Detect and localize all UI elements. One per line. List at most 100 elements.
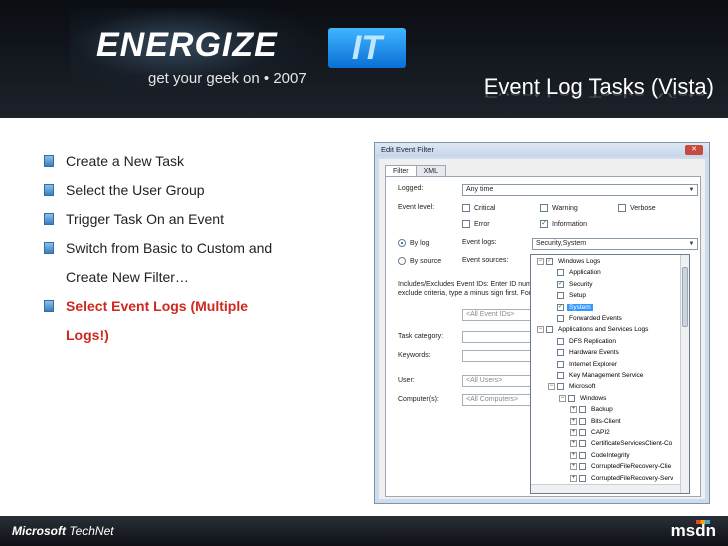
checkbox-icon[interactable] [579,406,586,414]
checkbox-icon [540,204,548,212]
computers-label: Computer(s): [398,396,439,403]
level-information-checkbox[interactable]: ✓ Information [540,220,587,228]
event-logs-tree-dropdown[interactable]: − ✓ Windows Logs Application ✓ Security Setup ✓… [530,254,690,494]
event-ids-input[interactable]: <All Event IDs> [462,309,536,321]
expand-icon[interactable]: + [570,429,577,436]
collapse-icon[interactable]: − [537,258,544,265]
checkbox-icon[interactable] [557,383,564,391]
tree-item[interactable]: Internet Explorer [548,359,619,370]
bullet-item: Switch from Basic to Custom and Create N… [44,234,284,292]
includes-text-1: Includes/Excludes Event IDs: Enter ID nu… [398,281,534,288]
footer-bar: Microsoft TechNet msdn [0,516,728,546]
task-category-select[interactable] [462,331,536,343]
task-category-label: Task category: [398,333,444,340]
keywords-label: Keywords: [398,352,431,359]
keywords-select[interactable] [462,350,536,362]
tree-item[interactable]: + CorruptedFileRecovery-Clie [570,461,673,472]
radio-icon [398,239,406,247]
tree-item[interactable]: Setup [548,290,588,301]
checkbox-icon[interactable] [546,326,553,334]
tree-item-label: Applications and Services Logs [558,326,649,334]
checkbox-icon[interactable] [579,417,586,425]
dialog-title: Edit Event Filter [375,143,709,157]
event-sources-label: Event sources: [462,257,509,264]
expand-icon[interactable]: + [570,406,577,414]
tree-item[interactable]: − Windows [559,393,608,404]
level-error-checkbox[interactable]: Error [462,220,490,228]
tree-item[interactable]: + CodeIntegrity [570,450,632,461]
tree-item[interactable]: − Applications and Services Logs [537,324,650,335]
checkbox-icon[interactable] [557,315,564,322]
tree-item[interactable]: + CAPI2 [570,427,612,438]
tree-item[interactable]: + CertificateServicesClient-Co [570,438,674,449]
tree-item[interactable]: + CorruptedFileRecovery-Serv [570,473,675,484]
bullet-item: Trigger Task On an Event [44,205,284,234]
horizontal-scrollbar[interactable] [531,484,680,493]
checkbox-icon[interactable] [579,463,586,471]
tree-item-label: DFS Replication [569,337,616,345]
tree-item[interactable]: Forwarded Events [548,313,624,324]
tree-item-label: Windows Logs [558,258,601,265]
expand-icon[interactable]: + [570,463,577,471]
checkbox-icon[interactable] [557,349,564,357]
collapse-icon[interactable]: − [548,383,555,391]
level-warning-checkbox[interactable]: Warning [540,204,578,212]
tree-item[interactable]: ✓ System [548,302,593,313]
scrollbar-thumb[interactable] [682,267,688,327]
checkbox-icon[interactable] [557,360,564,368]
tree-item-label: Key Management Service [569,372,644,379]
level-verbose-checkbox[interactable]: Verbose [618,204,656,212]
close-icon[interactable]: ✕ [685,145,703,155]
tree-item[interactable]: − ✓ Windows Logs [537,256,602,267]
vertical-scrollbar[interactable] [680,255,689,493]
expand-icon[interactable]: + [570,417,577,425]
tree-item-label: Setup [569,292,586,300]
event-logs-select[interactable]: Security,System ▼ [532,238,698,250]
bullet-item: Select Event Logs (Multiple Logs!) [44,292,284,350]
expand-icon[interactable]: + [570,451,577,459]
by-source-radio[interactable]: By source [398,257,441,265]
tree-item[interactable]: ✓ Security [548,279,594,290]
collapse-icon[interactable]: − [537,326,544,334]
tree-item[interactable]: − Microsoft [548,381,597,392]
tree-item-label: Hardware Events [569,349,619,357]
check-icon[interactable]: ✓ [557,303,564,311]
checkbox-icon[interactable] [579,474,586,482]
tree-item[interactable]: + Backup [570,404,615,415]
expand-icon[interactable]: + [570,474,577,482]
tree-item[interactable]: DFS Replication [548,336,618,347]
tree-item-label: Microsoft [569,383,596,391]
by-log-label: By log [410,239,430,247]
expand-icon[interactable]: + [570,440,577,448]
tree-item[interactable]: + Bits-Client [570,416,623,427]
bullet-text: Select Event Logs (Multiple Logs!) [66,298,249,343]
tree-item[interactable]: Hardware Events [548,347,621,358]
collapse-icon[interactable]: − [559,394,566,402]
checkbox-icon[interactable] [579,440,586,448]
checkbox-icon[interactable] [579,451,586,459]
checkbox-icon[interactable] [557,269,564,277]
tree-item-label: Security [569,280,593,288]
bullet-text: Create a New Task [66,153,185,169]
user-input[interactable]: <All Users> [462,375,536,387]
checkbox-icon[interactable] [557,292,564,300]
check-icon[interactable]: ✓ [557,280,564,288]
checkbox-icon[interactable] [557,372,564,379]
checkbox-icon[interactable] [557,337,564,345]
tree-item[interactable]: Key Management Service [548,370,645,381]
checkbox-icon[interactable] [568,394,575,402]
energize-it-logo: ENERGIZE IT get your geek on • 2007 [96,26,406,87]
partial-check-icon[interactable]: ✓ [546,258,553,265]
logged-select[interactable]: Any time ▼ [462,184,698,196]
level-critical-checkbox[interactable]: Critical [462,204,495,212]
bullet-square-icon [44,155,54,167]
by-log-radio[interactable]: By log [398,239,429,247]
computers-input[interactable]: <All Computers> [462,394,536,406]
tree-item[interactable]: Application [548,267,603,278]
checkbox-icon[interactable] [579,429,586,436]
radio-icon [398,257,406,265]
bullet-text: Trigger Task On an Event [66,211,224,227]
event-level-label: Event level: [398,204,435,211]
technet-text: TechNet [69,524,114,538]
tree-item-label: CorruptedFileRecovery-Clie [591,463,672,471]
